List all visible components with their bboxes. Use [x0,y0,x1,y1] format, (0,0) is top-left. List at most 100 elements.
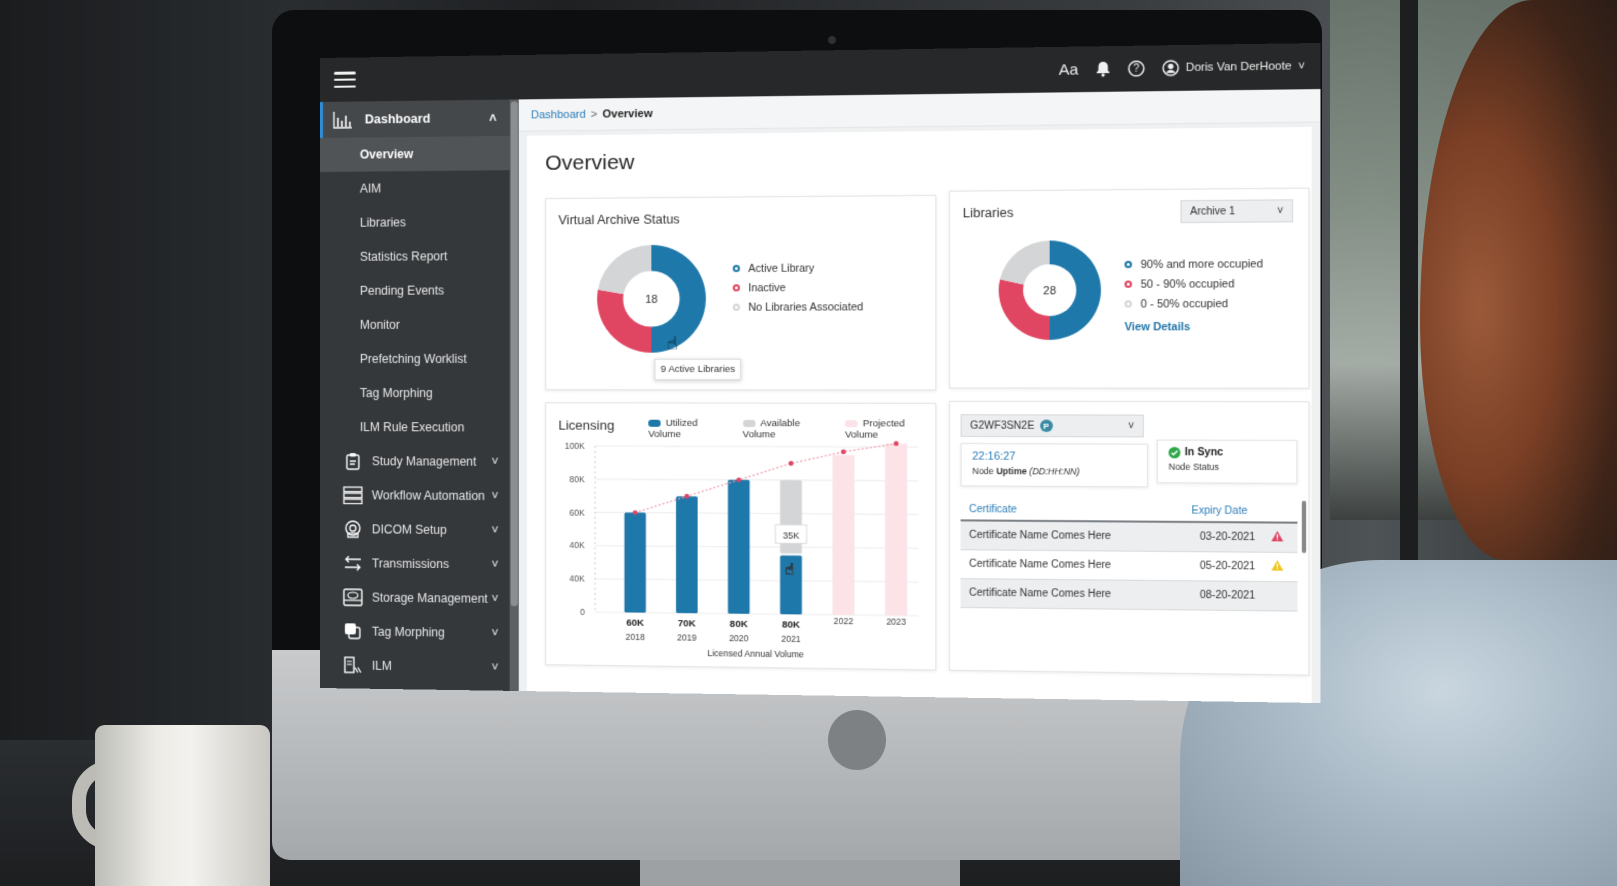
breadcrumb-dashboard-link[interactable]: Dashboard [531,108,586,121]
monitor-logo [828,710,886,770]
chevron-down-icon[interactable]: ˅ [491,592,498,606]
legend-label: No Libraries Associated [748,300,864,314]
sidebar-item-tag-morphing[interactable]: Tag Morphing [320,376,519,410]
arrows-exchange-icon [342,553,364,573]
sidebar-item-label: Study Management [371,454,477,469]
sidebar-section-storage-management[interactable]: Storage Management ˅ [320,580,519,616]
sidebar-section-transmissions[interactable]: Transmissions ˅ [320,546,519,582]
legend-swatch [742,419,756,428]
trend-point-2022[interactable] [840,449,846,455]
error-triangle-icon [1271,530,1288,545]
sidebar-item-ilm-rule-execution[interactable]: ILM Rule Execution [320,410,519,445]
sidebar-item-dashboard[interactable]: Dashboard ˄ [320,99,519,138]
bar-utilized-2018[interactable] [624,512,646,613]
legend-item[interactable]: 50 - 90% occupied [1124,274,1263,294]
archive-select[interactable]: Archive 1 ˅ [1180,199,1294,224]
chevron-down-icon[interactable]: ˅ [491,626,498,640]
user-menu[interactable]: Doris Van DerHoote ˅ [1162,58,1305,77]
x-tick-label: 2022 [834,616,854,627]
sidebar-item-label: ILM Rule Execution [359,420,465,435]
sidebar-item-pending-events[interactable]: Pending Events [320,273,519,308]
donut-slice-active-library[interactable] [651,244,706,353]
bell-icon[interactable] [1096,61,1111,78]
certificate-table-scrollbar[interactable] [1301,500,1307,554]
legend-item[interactable]: 0 - 50% occupied [1124,294,1263,314]
card-title: Virtual Archive Status [558,212,680,228]
donut-slice-50-90-occupied[interactable] [998,279,1050,340]
view-details-link[interactable]: View Details [1125,321,1191,334]
table-header: Certificate Expiry Date [960,498,1298,524]
chevron-down-icon[interactable]: ˅ [491,455,498,469]
chevron-down-icon[interactable]: ˅ [491,523,498,537]
table-row[interactable]: Certificate Name Comes Here 05-20-2021 [960,550,1298,583]
chevron-down-icon[interactable]: ˅ [491,660,498,674]
bar-value-label: 80K [782,619,800,630]
chevron-down-icon[interactable]: ˅ [491,489,498,503]
bar-utilized-2020[interactable] [727,479,750,614]
sidebar-scrollbar-thumb[interactable] [510,101,518,607]
sidebar-item-overview[interactable]: Overview [320,135,519,172]
donut-slice-0-50-occupied[interactable] [999,240,1050,285]
sidebar-item-libraries[interactable]: Libraries [320,204,519,240]
sidebar-section-study-management[interactable]: Study Management ˅ [320,444,519,479]
licensing-card: Licensing Utilized Volume Available Volu… [545,402,937,671]
trend-point-2018[interactable] [632,510,638,516]
page-title: Overview [545,150,635,175]
screen: Aa ? Doris Van DerHoote ˅ Dashboard ˄ Ov… [320,42,1321,704]
sidebar-item-label: Libraries [359,215,406,230]
legend-dot [732,284,740,292]
node-uptime-label: Node Uptime (DD:HH:NN) [972,465,1080,477]
storage-drive-icon [342,587,364,607]
sidebar-item-label: DICOM Setup [371,522,447,537]
legend-item[interactable]: No Libraries Associated [732,297,864,317]
chevron-down-icon[interactable]: ˅ [491,557,498,571]
sidebar-item-monitor[interactable]: Monitor [320,307,519,342]
y-tick-label: 40K [569,540,585,550]
ilm-icon [342,655,364,675]
node-uptime-value: 22:16:27 [972,450,1016,463]
sidebar-item-label: Statistics Report [359,249,448,264]
trend-point-2019[interactable] [684,493,690,499]
sidebar-section-dicom-setup[interactable]: DICOM Setup ˅ [320,512,519,548]
donut-slice-inactive[interactable] [597,289,652,353]
donut-slice-no-libraries-associated[interactable] [597,245,652,295]
sidebar-item-prefetching-worklist[interactable]: Prefetching Worklist [320,342,519,376]
sidebar-section-ilm[interactable]: ILM ˅ [320,648,519,685]
trend-point-2020[interactable] [736,477,742,483]
main-area: Dashboard > Overview Overview Virtual Ar… [518,89,1321,704]
column-header-expiry-date[interactable]: Expiry Date [1192,505,1248,517]
virtual-archive-status-card: Virtual Archive Status 18 Active Library… [545,194,937,391]
column-header-certificate[interactable]: Certificate [969,504,1017,516]
trend-point-2021[interactable] [788,460,794,466]
trend-point-2023[interactable] [893,441,899,447]
hamburger-menu-icon[interactable] [333,71,356,88]
y-tick-label: 0 [580,607,585,617]
sidebar-item-aim[interactable]: AIM [320,170,519,206]
scanner-icon [342,519,364,539]
sidebar-scrollbar[interactable] [509,99,519,691]
table-row[interactable]: Certificate Name Comes Here 03-20-2021 [960,521,1298,554]
legend-item[interactable]: 90% and more occupied [1124,254,1263,274]
sidebar-section-tag-morphing[interactable]: Tag Morphing ˅ [320,614,519,651]
table-row[interactable]: Certificate Name Comes Here 08-20-2021 [960,579,1298,612]
sidebar-section-workflow-automation[interactable]: Workflow Automation ˅ [320,478,519,513]
chevron-down-icon: ˅ [1127,420,1135,432]
donut-center-label: 18 [645,294,658,306]
donut-slice-90-and-more-occupied[interactable] [1049,240,1101,340]
question-circle-icon[interactable]: ? [1128,60,1145,77]
legend-dot [1124,280,1133,288]
bar-projected-2023[interactable] [885,443,908,616]
node-select[interactable]: G2WF3SN2E P ˅ [960,414,1144,438]
sidebar-item-statistics-report[interactable]: Statistics Report [320,239,519,274]
certificate-expiry: 08-20-2021 [1199,589,1256,602]
font-size-button[interactable]: Aa [1059,61,1079,79]
bar-projected-2022[interactable] [832,455,855,616]
bar-utilized-2019[interactable] [676,496,698,614]
legend-item[interactable]: Inactive [732,278,863,298]
legend-item[interactable]: Active Library [732,258,863,278]
chevron-down-icon: ˅ [1276,205,1284,217]
chevron-up-icon[interactable]: ˄ [489,111,496,125]
legend-label: 50 - 90% occupied [1140,277,1235,291]
sidebar-item-label: Workflow Automation [371,488,485,504]
node-uptime-box: 22:16:27 Node Uptime (DD:HH:NN) [960,443,1149,488]
